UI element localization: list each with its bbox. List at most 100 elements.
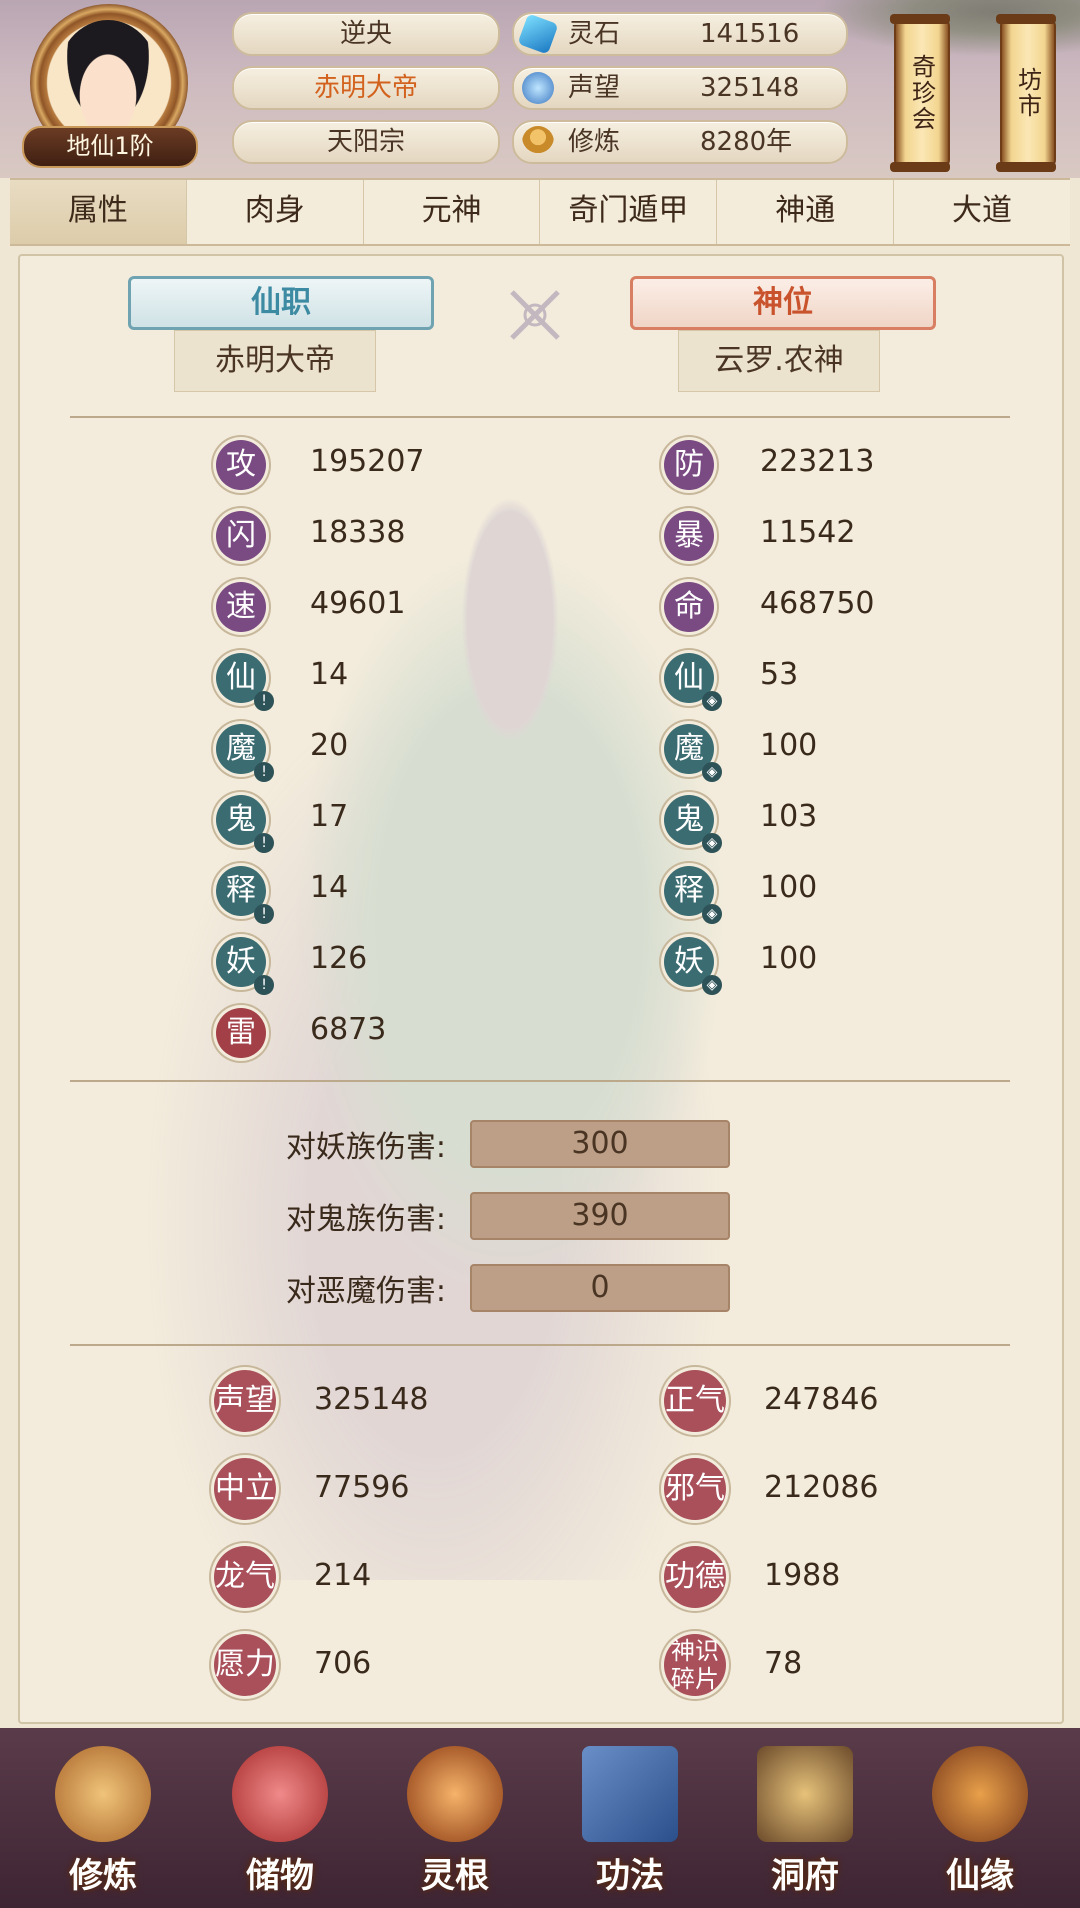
stat-value: 17 — [310, 799, 349, 834]
cultivation-icon — [522, 126, 554, 158]
stat-badge-text: 释 — [226, 873, 256, 908]
exclamation-icon: ! — [254, 691, 274, 711]
cultivation-value: 8280年 — [700, 127, 793, 157]
stat-badge-text: 闪 — [226, 518, 256, 553]
stat-badge-text: 释 — [674, 873, 704, 908]
damage-value-ghost: 390 — [470, 1192, 730, 1240]
reputation-value: 77596 — [314, 1470, 410, 1505]
nav-storage[interactable]: 储物 — [205, 1728, 355, 1898]
tab-dao[interactable]: 大道 — [894, 180, 1070, 244]
stat-badge-text: 速 — [226, 589, 256, 624]
spirit-stone-label: 灵石 — [568, 19, 621, 49]
stat-badge: 闪 — [216, 511, 266, 561]
stat-value: 100 — [760, 728, 818, 763]
nav-cave[interactable]: 洞府 — [730, 1728, 880, 1898]
tab-bar: 属性 肉身 元神 奇门遁甲 神通 大道 — [10, 178, 1070, 246]
divine-position-value: 云罗.农神 — [678, 330, 880, 392]
reputation-badge: 中立 — [214, 1458, 276, 1520]
cultivation-counter: 修炼 8280年 — [512, 120, 848, 164]
exclamation-icon: ! — [254, 904, 274, 924]
pavilion-icon — [757, 1746, 853, 1842]
divider — [70, 416, 1010, 418]
stat-badge: 妖! — [216, 937, 274, 995]
reputation-value: 325148 — [314, 1382, 429, 1417]
nav-storage-label: 储物 — [246, 1856, 314, 1896]
market-button[interactable]: 坊市 — [996, 14, 1056, 172]
stat-badge-text: 暴 — [674, 518, 704, 553]
tab-skills[interactable]: 神通 — [717, 180, 895, 244]
stat-badge-text: 仙 — [226, 660, 256, 695]
player-title: 赤明大帝 — [232, 66, 500, 110]
nav-fate-label: 仙缘 — [946, 1856, 1014, 1896]
reputation-badge: 功德 — [664, 1546, 726, 1608]
shield-icon: ◈ — [702, 975, 722, 995]
nav-spirit-root[interactable]: 灵根 — [380, 1728, 530, 1898]
stat-value: 126 — [310, 941, 368, 976]
player-sect: 天阳宗 — [232, 120, 500, 164]
divider — [70, 1344, 1010, 1346]
stat-badge: 魔 ◈ — [664, 724, 722, 782]
stat-value: 468750 — [760, 586, 875, 621]
nav-techniques-label: 功法 — [596, 1856, 664, 1896]
reputation-badge: 正气 — [664, 1370, 726, 1432]
tab-soul[interactable]: 元神 — [364, 180, 541, 244]
stat-badge: 鬼! — [216, 795, 274, 853]
tab-qimen[interactable]: 奇门遁甲 — [540, 180, 718, 244]
stat-badge-text: 命 — [674, 589, 704, 624]
nav-cultivate[interactable]: 修炼 — [28, 1728, 178, 1898]
stat-badge: 命 — [664, 582, 714, 632]
divider — [70, 1080, 1010, 1082]
stat-badge: 仙 ◈ — [664, 653, 722, 711]
reputation-badge: 邪气 — [664, 1458, 726, 1520]
crossed-swords-icon — [502, 282, 568, 348]
reputation-badge: 神识碎片 — [664, 1634, 726, 1696]
stat-badge: 仙! — [216, 653, 274, 711]
stat-badge-text: 魔 — [226, 731, 256, 766]
damage-label-ghost: 对鬼族伤害: — [285, 1202, 446, 1237]
treasure-fair-button[interactable]: 奇珍会 — [890, 14, 950, 172]
nav-cultivate-label: 修炼 — [69, 1856, 137, 1896]
exclamation-icon: ! — [254, 975, 274, 995]
shield-icon: ◈ — [702, 762, 722, 782]
stat-badge-text: 攻 — [226, 447, 256, 482]
damage-label-demon: 对妖族伤害: — [285, 1130, 446, 1165]
cultivation-label: 修炼 — [568, 127, 621, 157]
stat-badge-text: 仙 — [674, 660, 704, 695]
stat-value: 195207 — [310, 444, 425, 479]
reputation-value: 247846 — [764, 1382, 879, 1417]
reputation-badge: 愿力 — [214, 1634, 276, 1696]
stat-value: 100 — [760, 941, 818, 976]
damage-value-fiend: 0 — [470, 1264, 730, 1312]
stat-badge-text: 鬼 — [226, 802, 256, 837]
reputation-value: 706 — [314, 1646, 372, 1681]
reputation-icon — [522, 72, 554, 104]
bag-icon — [232, 1746, 328, 1842]
avatar-portrait — [56, 20, 160, 142]
exclamation-icon: ! — [254, 762, 274, 782]
meditating-figure-icon — [55, 1746, 151, 1842]
spirit-stone-value: 141516 — [700, 19, 800, 49]
stat-value: 223213 — [760, 444, 875, 479]
stat-badge: 释 ◈ — [664, 866, 722, 924]
reputation-value: 214 — [314, 1558, 372, 1593]
stat-badge: 妖 ◈ — [664, 937, 722, 995]
stat-badge-text: 妖 — [674, 944, 704, 979]
stat-value: 14 — [310, 870, 349, 905]
reputation-value: 325148 — [700, 73, 800, 103]
exclamation-icon: ! — [254, 833, 274, 853]
tab-body[interactable]: 肉身 — [187, 180, 364, 244]
stat-value: 49601 — [310, 586, 406, 621]
tab-attributes[interactable]: 属性 — [10, 180, 187, 244]
player-name: 逆央 — [232, 12, 500, 56]
divine-position-label: 神位 — [630, 276, 936, 330]
stat-badge-text: 妖 — [226, 944, 256, 979]
spirit-stone-icon — [517, 13, 559, 55]
nav-techniques[interactable]: 功法 — [555, 1728, 705, 1898]
stat-value: 6873 — [310, 1012, 387, 1047]
stat-value: 20 — [310, 728, 349, 763]
reputation-value: 212086 — [764, 1470, 879, 1505]
nav-fate[interactable]: 仙缘 — [905, 1728, 1055, 1898]
reputation-label: 声望 — [568, 73, 621, 103]
stat-badge-text: 防 — [674, 447, 704, 482]
stat-badge: 防 — [664, 440, 714, 490]
